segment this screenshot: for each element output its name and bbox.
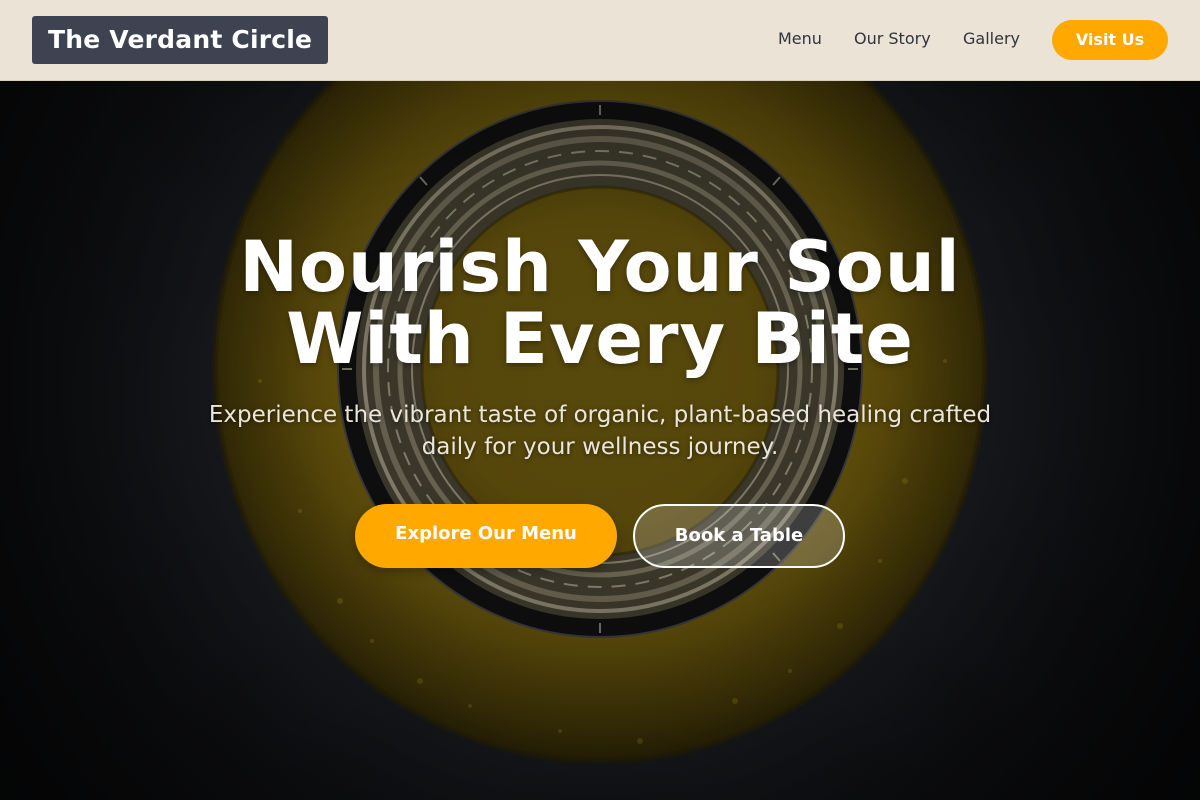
landing-page: The Verdant Circle Menu Our Story Galler…	[0, 0, 1200, 800]
brand-logo[interactable]: The Verdant Circle	[32, 16, 329, 64]
hero-headline-line-1: Nourish Your Soul	[239, 226, 961, 308]
site-header: The Verdant Circle Menu Our Story Galler…	[0, 0, 1200, 81]
nav-link-menu[interactable]: Menu	[778, 28, 822, 50]
hero-section: Nourish Your Soul With Every Bite Experi…	[0, 81, 1200, 800]
book-table-button[interactable]: Book a Table	[633, 504, 845, 568]
hero-subtitle: Experience the vibrant taste of organic,…	[208, 402, 992, 460]
explore-menu-button[interactable]: Explore Our Menu	[355, 504, 617, 568]
hero-headline: Nourish Your Soul With Every Bite	[100, 231, 1100, 375]
nav-link-gallery[interactable]: Gallery	[963, 28, 1020, 50]
visit-us-button[interactable]: Visit Us	[1052, 20, 1168, 60]
hero-headline-line-2: With Every Bite	[286, 298, 914, 380]
nav-link-our-story[interactable]: Our Story	[854, 28, 931, 50]
